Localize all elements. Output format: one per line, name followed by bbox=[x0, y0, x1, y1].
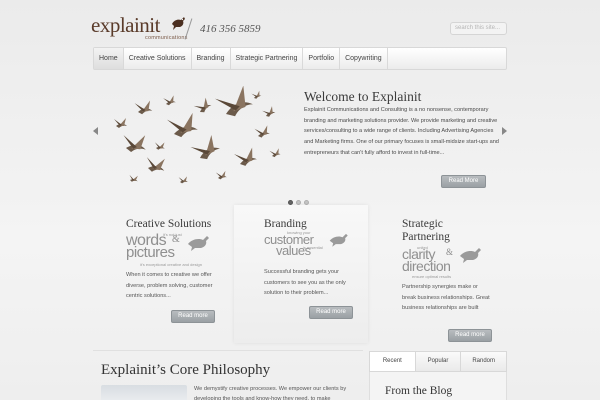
feature-art-word: pictures bbox=[126, 244, 175, 261]
main-nav: Home Creative Solutions Branding Strateg… bbox=[93, 47, 507, 70]
bird-logo-icon bbox=[172, 17, 185, 30]
feature-art-amp: & bbox=[446, 247, 454, 257]
feature-art-word: direction bbox=[402, 258, 451, 274]
slider-read-more-button[interactable]: Read More bbox=[441, 175, 486, 188]
blog-title: From the Blog bbox=[385, 385, 453, 397]
philosophy-title: Explainit’s Core Philosophy bbox=[101, 362, 271, 378]
slider-prev-arrow-icon[interactable] bbox=[93, 127, 98, 135]
feature-art-bottom-text: is essential bbox=[303, 245, 323, 250]
phone-number: 416 356 5859 bbox=[200, 23, 261, 35]
logo-subtitle: communications bbox=[145, 35, 188, 41]
creative-solutions-read-more-button[interactable]: Read more bbox=[171, 310, 215, 323]
bird-icon bbox=[460, 248, 481, 263]
nav-item-branding[interactable]: Branding bbox=[192, 48, 231, 69]
feature-text-strategic-partnering: Partnership synergies make or break busi… bbox=[402, 284, 490, 312]
feature-art-bottom-text: ensure optimal results bbox=[412, 274, 452, 279]
strategic-partnering-read-more-button[interactable]: Read more bbox=[448, 329, 492, 342]
feature-title-creative-solutions: Creative Solutions bbox=[126, 218, 212, 230]
tab-random[interactable]: Random bbox=[461, 352, 506, 371]
sidebar-tabs: Recent Popular Random bbox=[369, 351, 507, 372]
nav-item-portfolio[interactable]: Portfolio bbox=[303, 48, 341, 69]
feature-title-strategic-line1: Strategic bbox=[402, 218, 443, 230]
feature-art-bottom-text: it's exceptional creative and design bbox=[140, 262, 202, 267]
feature-text-creative-solutions: When it comes to creative we offer diver… bbox=[126, 272, 213, 300]
bird-icon bbox=[188, 236, 209, 251]
feature-text-branding: Successful branding gets your customers … bbox=[264, 269, 346, 297]
logo[interactable]: explainit communications bbox=[91, 14, 189, 41]
flying-birds-image bbox=[114, 86, 281, 184]
nav-item-home[interactable]: Home bbox=[94, 48, 124, 69]
philosophy-image bbox=[101, 385, 187, 400]
nav-item-creative-solutions[interactable]: Creative Solutions bbox=[124, 48, 192, 69]
philosophy-text: We demystify creative processes. We empo… bbox=[194, 386, 347, 400]
nav-item-copywriting[interactable]: Copywriting bbox=[340, 48, 388, 69]
slider-title: Welcome to Explainit bbox=[304, 89, 422, 104]
search-input[interactable]: search this site... bbox=[450, 22, 507, 35]
tab-recent[interactable]: Recent bbox=[370, 352, 416, 371]
bird-icon bbox=[329, 233, 348, 247]
slider-body: Explainit Communications and Consulting … bbox=[304, 107, 499, 156]
feature-title-strategic-line2: Partnering bbox=[402, 231, 450, 243]
nav-item-strategic-partnering[interactable]: Strategic Partnering bbox=[231, 48, 304, 69]
tab-popular[interactable]: Popular bbox=[416, 352, 462, 371]
branding-read-more-button[interactable]: Read more bbox=[309, 306, 353, 319]
